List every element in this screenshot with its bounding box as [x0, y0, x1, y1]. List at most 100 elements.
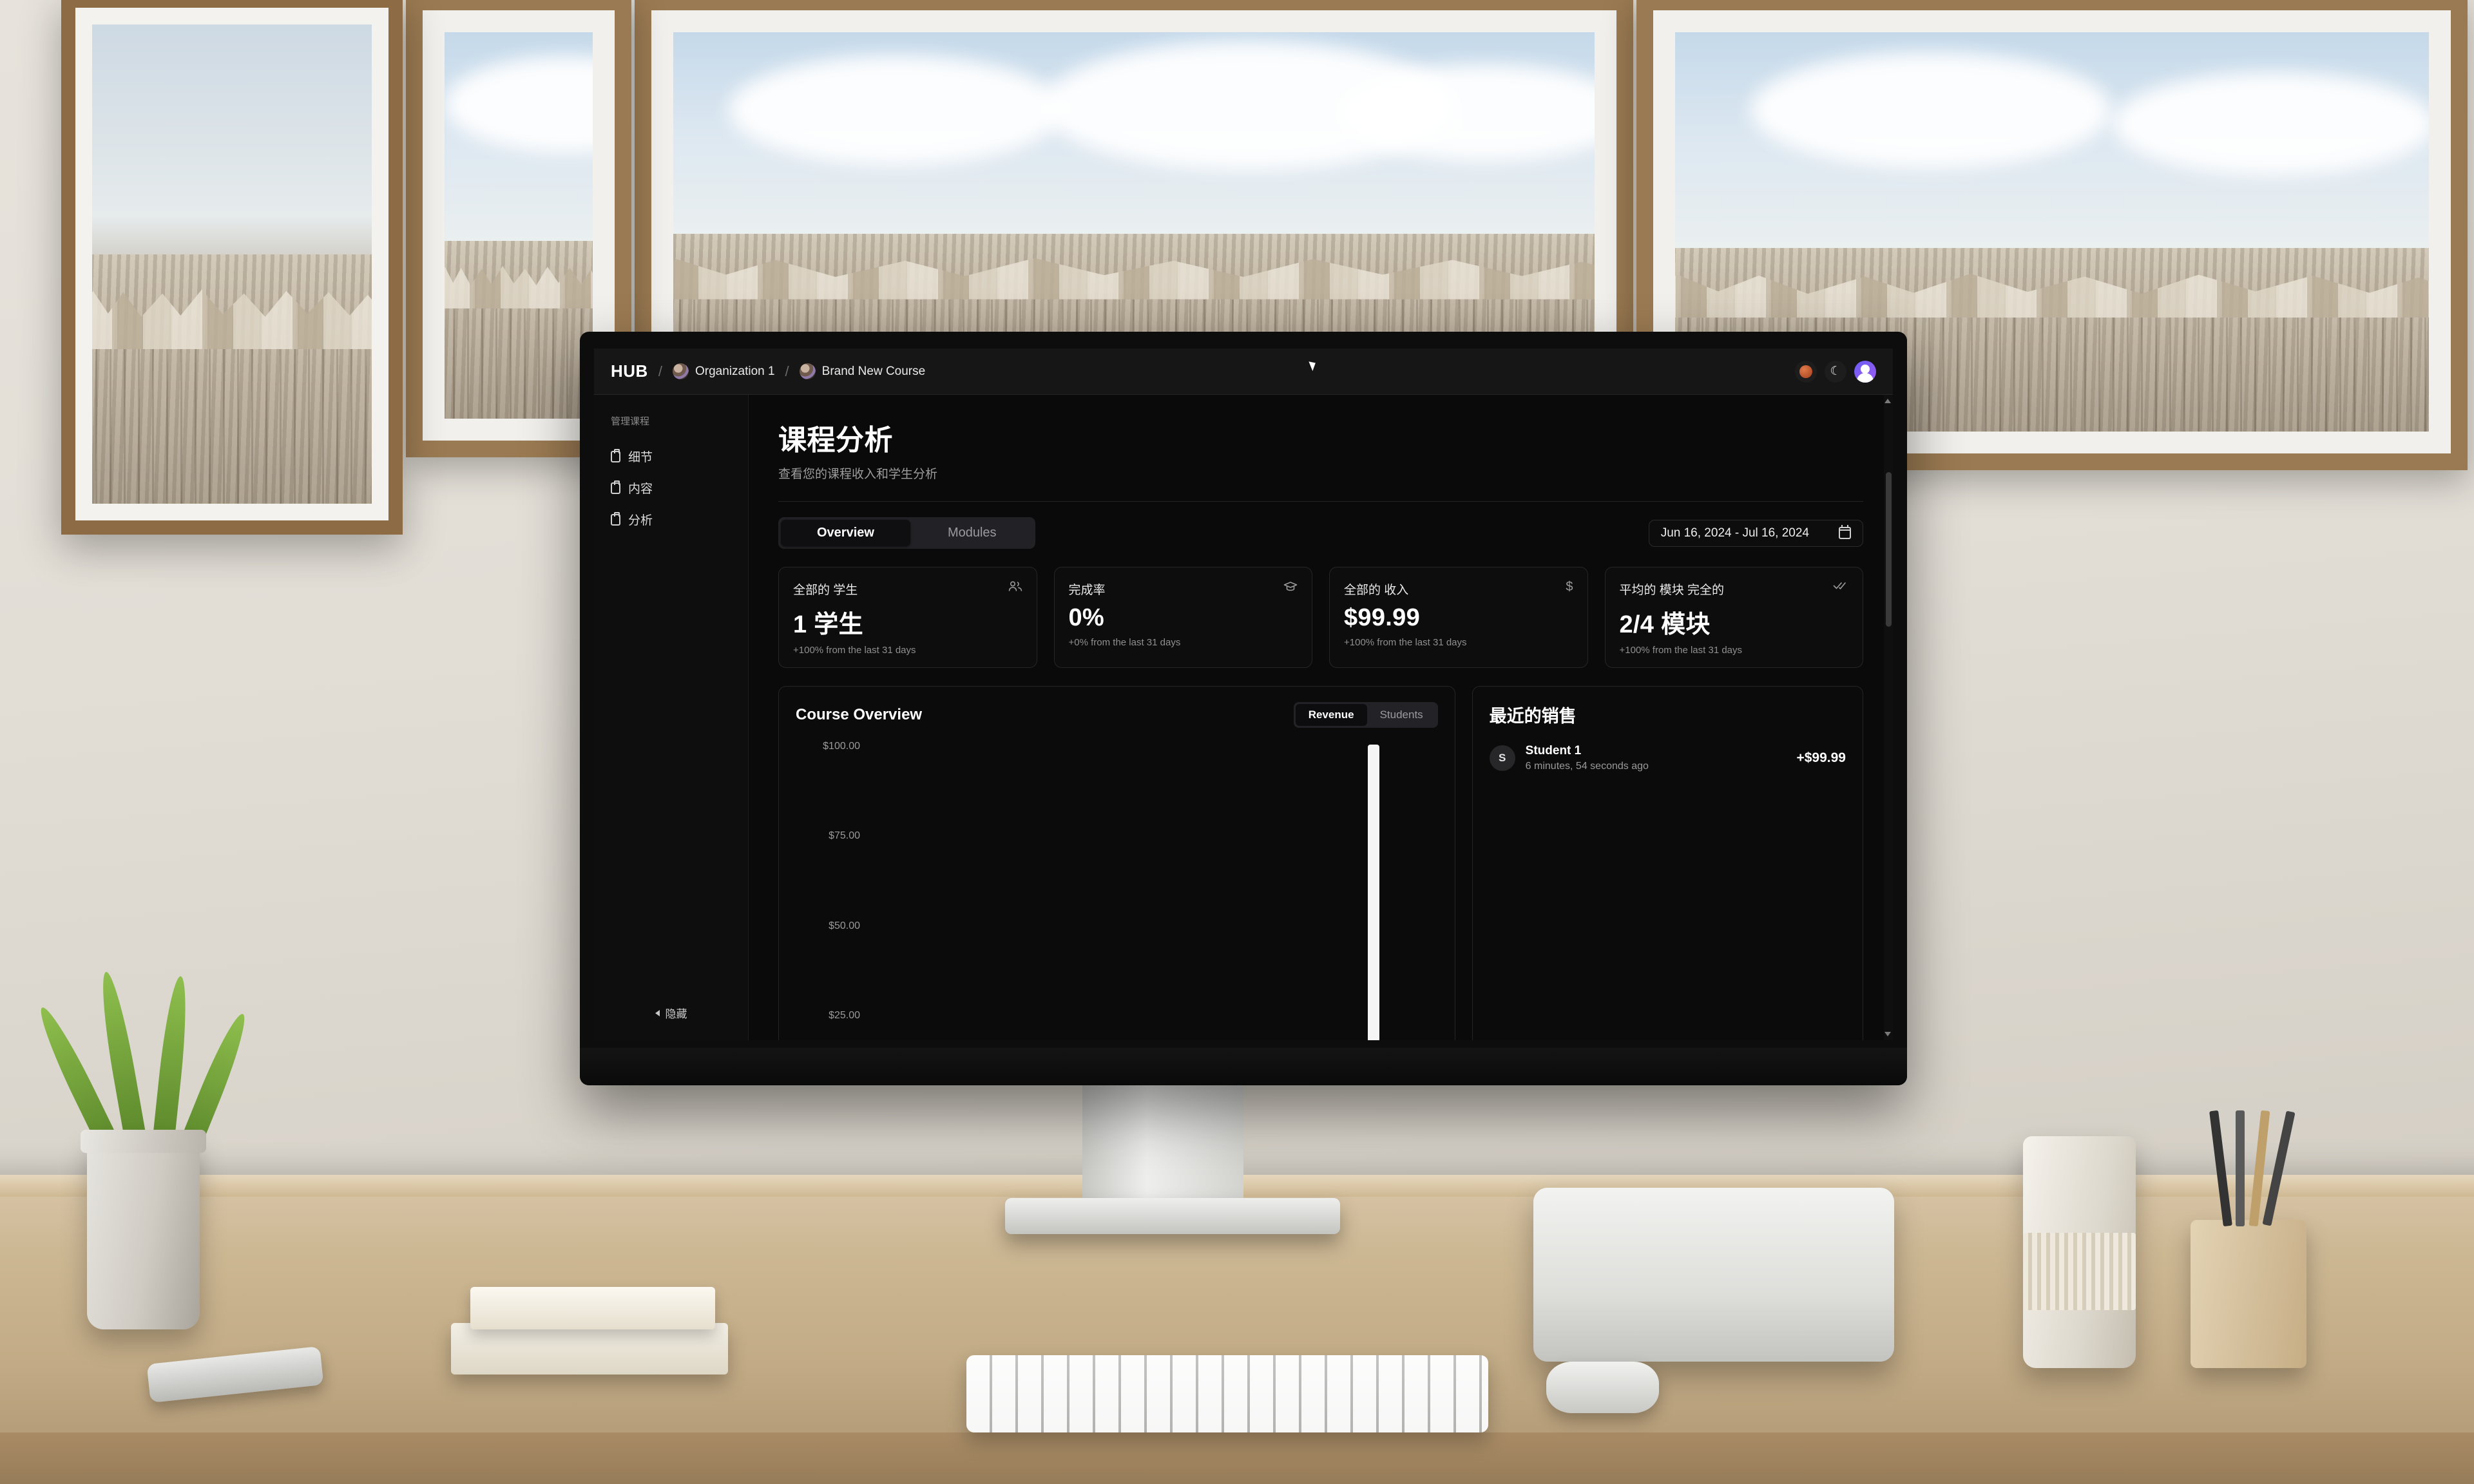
chart-bar-slot[interactable]	[1143, 745, 1162, 1040]
status-dot-button[interactable]	[1795, 360, 1817, 383]
sidebar-item-details[interactable]: 细节	[594, 441, 748, 472]
chevron-left-icon	[655, 1009, 660, 1016]
stat-card-value: 0%	[1068, 604, 1105, 631]
double-check-icon	[1833, 580, 1848, 593]
topbar-actions: ☾	[1795, 360, 1876, 383]
sidebar-collapse-button[interactable]: 隐藏	[647, 1001, 695, 1025]
desk-edge	[0, 1432, 2474, 1484]
panels-row: Course Overview Revenue Students $100.00…	[778, 686, 1863, 1040]
panel-title: 最近的销售	[1489, 707, 1577, 726]
chart-bar-slot[interactable]	[885, 745, 904, 1040]
stat-card-value: 2/4 模块	[1619, 611, 1711, 638]
chart-bar-slot[interactable]	[1272, 745, 1290, 1040]
chart-bar-slot[interactable]	[1106, 745, 1125, 1040]
graduation-cap-icon	[1283, 580, 1298, 595]
list-item[interactable]: S Student 1 6 minutes, 54 seconds ago +$…	[1489, 744, 1846, 772]
app-screen: HUB / Organization 1 / Brand New Course	[594, 348, 1893, 1040]
date-range-picker[interactable]: Jun 16, 2024 - Jul 16, 2024	[1648, 519, 1863, 547]
vertical-scrollbar[interactable]	[1884, 395, 1893, 1040]
book-bottom	[451, 1323, 728, 1375]
chart-bar-slot[interactable]	[959, 745, 977, 1040]
panel-title: Course Overview	[796, 706, 923, 723]
stat-card-label: 全部的 学生	[793, 584, 858, 597]
sale-timestamp: 6 minutes, 54 seconds ago	[1525, 761, 1649, 772]
chart-bars	[867, 745, 1438, 1040]
chart-bar-slot[interactable]	[1346, 745, 1365, 1040]
plant-pot	[81, 1130, 206, 1329]
chart-bar-slot[interactable]	[1162, 745, 1180, 1040]
scroll-down-icon[interactable]	[1884, 1032, 1891, 1036]
monitor: HUB / Organization 1 / Brand New Course	[580, 332, 1907, 1085]
recent-sales-list: S Student 1 6 minutes, 54 seconds ago +$…	[1489, 744, 1846, 772]
sidebar-item-label: 分析	[628, 514, 653, 528]
chart-bar-slot[interactable]	[1364, 745, 1383, 1040]
header-divider	[778, 501, 1863, 502]
chart-bar-slot[interactable]	[867, 745, 885, 1040]
monitor-stand-neck	[1082, 1082, 1243, 1217]
chart-bar-slot[interactable]	[1198, 745, 1217, 1040]
stat-card-grid: 全部的 学生 1 学生 +100% from the last 31 days …	[778, 567, 1863, 668]
user-avatar-icon[interactable]	[1854, 360, 1876, 383]
chart-bar-slot[interactable]	[1069, 745, 1088, 1040]
moon-icon: ☾	[1830, 365, 1841, 378]
segment-revenue[interactable]: Revenue	[1295, 704, 1367, 726]
chart-bar-slot[interactable]	[995, 745, 1014, 1040]
monitor-chin	[580, 1048, 1907, 1085]
theme-toggle-button[interactable]: ☾	[1825, 360, 1846, 383]
chart-bar-slot[interactable]	[1125, 745, 1144, 1040]
chart-bar-slot[interactable]	[1327, 745, 1346, 1040]
chart-bar-slot[interactable]	[1180, 745, 1198, 1040]
sale-student-name: Student 1	[1525, 744, 1582, 757]
chart-bar-slot[interactable]	[1051, 745, 1069, 1040]
scrollbar-thumb[interactable]	[1886, 472, 1892, 627]
chart-bar-slot[interactable]	[940, 745, 959, 1040]
chart-bar-slot[interactable]	[903, 745, 922, 1040]
chart-y-tick: $100.00	[823, 740, 860, 752]
desk-scene: HUB / Organization 1 / Brand New Course	[0, 0, 2474, 1484]
chart-bar-slot[interactable]	[1383, 745, 1401, 1040]
book-top	[470, 1287, 715, 1329]
sidebar-heading: 管理课程	[611, 416, 650, 427]
clipboard-icon	[611, 448, 620, 462]
stat-card-delta: +100% from the last 31 days	[1619, 645, 1743, 656]
chart-y-tick: $75.00	[829, 830, 860, 842]
sidebar-item-analytics[interactable]: 分析	[594, 504, 748, 535]
clipboard-icon	[611, 480, 620, 494]
chart-bar-slot[interactable]	[1235, 745, 1254, 1040]
brand-logo[interactable]: HUB	[611, 361, 648, 381]
chart-bar-slot[interactable]	[977, 745, 996, 1040]
chart-bar-slot[interactable]	[1088, 745, 1106, 1040]
mouse-cursor	[1309, 359, 1318, 372]
tabs-row: Overview Modules Jun 16, 2024 - Jul 16, …	[778, 517, 1863, 549]
sale-amount: +$99.99	[1796, 750, 1846, 765]
chart-bar-slot[interactable]	[1032, 745, 1051, 1040]
tab-overview[interactable]: Overview	[781, 520, 910, 546]
segment-students[interactable]: Students	[1367, 704, 1436, 726]
stat-card-label: 平均的 模块 完全的	[1619, 584, 1725, 597]
sidebar-item-content[interactable]: 内容	[594, 472, 748, 504]
recent-sales-panel: 最近的销售 S Student 1 6 minutes, 54 seconds …	[1472, 686, 1863, 1040]
chart-bar-slot[interactable]	[1401, 745, 1420, 1040]
scroll-up-icon[interactable]	[1884, 399, 1891, 403]
pencil	[2236, 1110, 2245, 1226]
chart-bar-slot[interactable]	[1014, 745, 1033, 1040]
stat-card-label: 全部的 收入	[1344, 584, 1409, 597]
chart-bar[interactable]	[1367, 745, 1379, 1040]
breadcrumb-course[interactable]: Brand New Course	[799, 363, 925, 379]
stat-card-value: $99.99	[1344, 604, 1421, 631]
chart-bar-slot[interactable]	[1290, 745, 1309, 1040]
breadcrumb-organization[interactable]: Organization 1	[672, 363, 775, 379]
chart-bar-slot[interactable]	[1309, 745, 1328, 1040]
chart-bar-slot[interactable]	[1419, 745, 1438, 1040]
chart-bar-slot[interactable]	[1254, 745, 1272, 1040]
chart-bar-slot[interactable]	[922, 745, 941, 1040]
revenue-bar-chart: $100.00$75.00$50.00$25.00$0 Jun 16Jun 20…	[796, 741, 1438, 1040]
chart-bar-slot[interactable]	[1217, 745, 1236, 1040]
sidebar-item-label: 内容	[628, 482, 653, 496]
tab-modules[interactable]: Modules	[912, 520, 1033, 546]
framed-picture	[61, 0, 403, 535]
stat-card-value: 1 学生	[793, 611, 863, 638]
stat-card-label: 完成率	[1068, 584, 1106, 597]
main-content: 课程分析 查看您的课程收入和学生分析 Overview Modules Jun …	[749, 395, 1893, 1040]
calendar-icon	[1839, 525, 1851, 539]
